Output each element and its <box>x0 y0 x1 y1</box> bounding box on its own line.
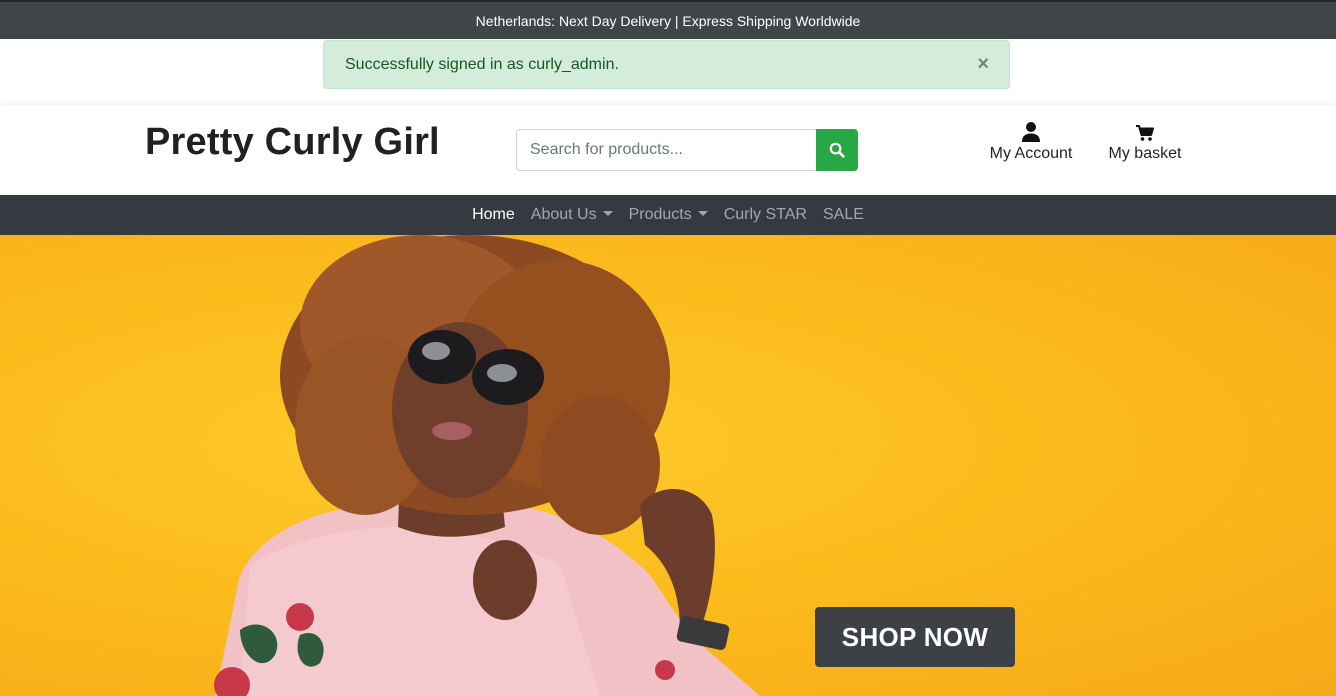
my-basket-link[interactable]: My basket <box>1102 121 1188 163</box>
site-header: Pretty Curly Girl My Account My basket <box>0 105 1336 195</box>
shopping-cart-icon <box>1136 125 1154 141</box>
dropdown-caret-icon <box>697 211 708 216</box>
my-basket-label: My basket <box>1108 145 1182 162</box>
search-button[interactable] <box>816 129 858 171</box>
nav-item-curly-star[interactable]: Curly STAR <box>716 206 815 224</box>
alert-close-button[interactable]: × <box>977 52 989 76</box>
user-icon <box>1022 122 1040 142</box>
hero-model-image <box>214 235 760 696</box>
hero-banner: SHOP NOW <box>0 235 1336 696</box>
my-account-link[interactable]: My Account <box>985 121 1077 163</box>
nav-item-home[interactable]: Home <box>464 206 523 224</box>
nav-item-products[interactable]: Products <box>621 206 716 224</box>
my-account-label: My Account <box>989 145 1073 162</box>
alert-message: Successfully signed in as curly_admin. <box>345 55 619 73</box>
nav-item-about-us-label: About Us <box>530 206 597 223</box>
main-navbar: Home About Us Products Curly STAR SALE <box>0 195 1336 235</box>
site-logo[interactable]: Pretty Curly Girl <box>145 121 440 164</box>
search-icon <box>829 142 845 158</box>
dropdown-caret-icon <box>602 211 613 216</box>
messages-container: Successfully signed in as curly_admin. × <box>0 39 1336 105</box>
shipping-banner-text: Netherlands: Next Day Delivery | Express… <box>475 12 861 29</box>
shop-now-button[interactable]: SHOP NOW <box>815 607 1015 667</box>
nav-item-products-label: Products <box>628 206 692 223</box>
top-shipping-banner: Netherlands: Next Day Delivery | Express… <box>0 0 1336 39</box>
search-input[interactable] <box>516 129 817 171</box>
success-alert: Successfully signed in as curly_admin. × <box>323 40 1010 89</box>
nav-item-about-us[interactable]: About Us <box>523 206 621 224</box>
nav-item-sale[interactable]: SALE <box>815 206 872 224</box>
